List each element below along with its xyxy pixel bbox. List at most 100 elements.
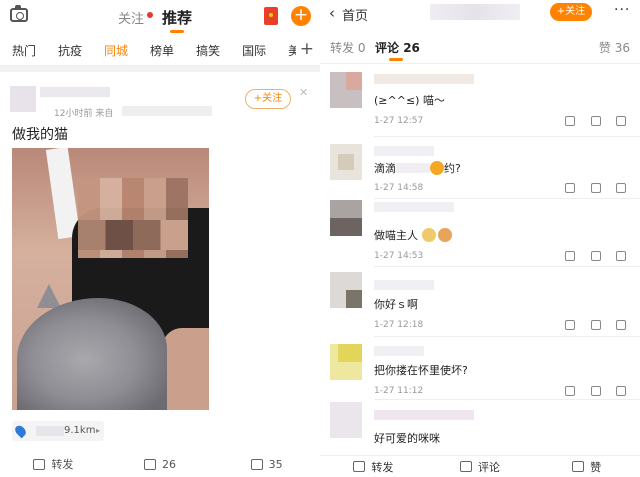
post-text: 做我的猫 [12,127,68,143]
blurred-source [122,106,212,116]
compose-plus-icon[interactable]: + [291,6,311,26]
avatar[interactable] [330,272,362,308]
channel-funny[interactable]: 搞笑 [196,42,220,59]
reply-icon[interactable] [591,251,601,261]
avatar[interactable] [10,86,36,112]
back-chevron-icon[interactable]: ‹ [329,4,335,22]
comment-text-start: 滴滴 [374,162,396,175]
like-button[interactable]: 赞 [533,456,640,477]
reply-icon[interactable] [591,320,601,330]
channel-ranking[interactable]: 榜单 [150,42,174,59]
more-icon[interactable]: ··· [614,2,630,18]
thumbs-up-icon[interactable] [616,386,626,396]
new-dot-icon [147,12,154,18]
post-card: 12小时前 来自 +关注 ✕ 做我的猫 9.1km ▸ 转发 26 35 [0,72,320,477]
channel-bar: 热门 抗疫 同城 榜单 搞笑 国际 美 + [0,36,320,66]
comment-button[interactable]: 26 [107,451,214,477]
divider [374,336,640,337]
follow-button[interactable]: +关注 [245,89,291,109]
blurred-location-name [36,426,64,436]
repost-button[interactable]: 转发 [0,451,107,477]
tab-repost[interactable]: 转发 0 [330,39,365,56]
like-button[interactable]: 35 [213,451,320,477]
reply-icon[interactable] [591,116,601,126]
comment-time: 1-27 12:18 [374,320,424,330]
blurred-username[interactable] [374,280,434,290]
share-icon[interactable] [565,116,575,126]
avatar[interactable] [330,144,362,180]
tab-recommend[interactable]: 推荐 [162,7,192,33]
blurred-username[interactable] [40,87,110,97]
tab-comment-count: 26 [403,41,420,55]
camera-icon[interactable] [10,5,28,22]
blurred-username[interactable] [374,74,474,84]
avatar[interactable] [330,344,362,380]
repost-icon [33,458,46,470]
reply-icon[interactable] [591,183,601,193]
emoji-icon [430,161,444,175]
channel-local[interactable]: 同城 [104,42,128,59]
thumbs-up-icon[interactable] [616,251,626,261]
comment-time: 1-27 12:57 [374,116,424,126]
avatar[interactable] [330,402,362,438]
comment-item: 滴滴 约? 1-27 14:58 [320,140,640,200]
detail-topbar: ‹ 首页 +关注 ··· [320,0,640,28]
comment-time: 1-27 14:58 [374,183,424,193]
share-icon[interactable] [565,183,575,193]
location-tag[interactable]: 9.1km ▸ [12,421,104,441]
repost-label: 转发 [371,460,394,474]
thumbs-up-icon[interactable] [616,320,626,330]
close-icon[interactable]: ✕ [299,86,308,99]
tab-follow-label: 关注 [118,12,145,27]
tab-follow[interactable]: 关注 [118,8,154,27]
channel-anti-epidemic[interactable]: 抗疫 [58,42,82,59]
comment-item: 把你搂在怀里使坏? 1-27 11:12 [320,340,640,400]
blurred-username[interactable] [374,202,454,212]
repost-icon [353,461,366,472]
avatar[interactable] [330,200,362,236]
photo-cat-ear [37,284,61,308]
share-icon[interactable] [565,251,575,261]
back-button[interactable]: 首页 [342,5,368,24]
avatar[interactable] [330,72,362,108]
like-label: 赞 [590,460,602,474]
post-meta: 12小时前 来自 [54,109,114,119]
detail-tabs: 转发 0 评论 26 赞 36 [320,28,640,64]
channel-add-icon[interactable]: + [295,39,314,59]
tab-comment[interactable]: 评论 26 [375,39,420,61]
feed-topbar: 关注 推荐 + [0,0,320,36]
comment-text: 你好ｓ啊 [374,298,418,311]
follow-button[interactable]: +关注 [550,3,592,21]
comment-text-start: 做喵主人 [374,229,418,242]
channel-hot[interactable]: 热门 [12,42,36,59]
comment-time: 1-27 14:53 [374,251,424,261]
repost-label: 转发 [51,458,74,471]
divider [374,136,640,137]
thumbs-up-icon[interactable] [616,183,626,193]
blurred-username[interactable] [374,346,424,356]
post-photo[interactable] [12,148,209,410]
thumbs-up-icon[interactable] [616,116,626,126]
comment-button[interactable]: 评论 [427,456,534,477]
comment-item: 你好ｓ啊 1-27 12:18 [320,270,640,338]
reply-icon[interactable] [591,386,601,396]
feed-top-nav: 关注 推荐 [118,7,192,33]
repost-button[interactable]: 转发 [320,456,427,477]
red-packet-icon[interactable] [264,7,278,25]
channel-international[interactable]: 国际 [242,42,266,59]
thumbs-up-icon [572,461,585,472]
comment-text-end: 约? [444,162,461,175]
blurred-title [430,4,520,20]
chevron-right-icon: ▸ [96,426,101,435]
tab-comment-label: 评论 [375,41,400,55]
tab-like[interactable]: 赞 36 [599,39,630,56]
feed-screen: 关注 推荐 + 热门 抗疫 同城 榜单 搞笑 国际 美 + 12小时前 来自 +… [0,0,320,477]
comment-text: (≥^^≤) 喵～ [374,94,445,107]
comment-item: 做喵主人 1-27 14:53 [320,200,640,268]
blurred-username[interactable] [374,146,434,156]
blurred-word [396,163,430,173]
share-icon[interactable] [565,320,575,330]
blurred-username[interactable] [374,410,474,420]
share-icon[interactable] [565,386,575,396]
comment-text: 好可爱的咪咪 [374,432,440,445]
